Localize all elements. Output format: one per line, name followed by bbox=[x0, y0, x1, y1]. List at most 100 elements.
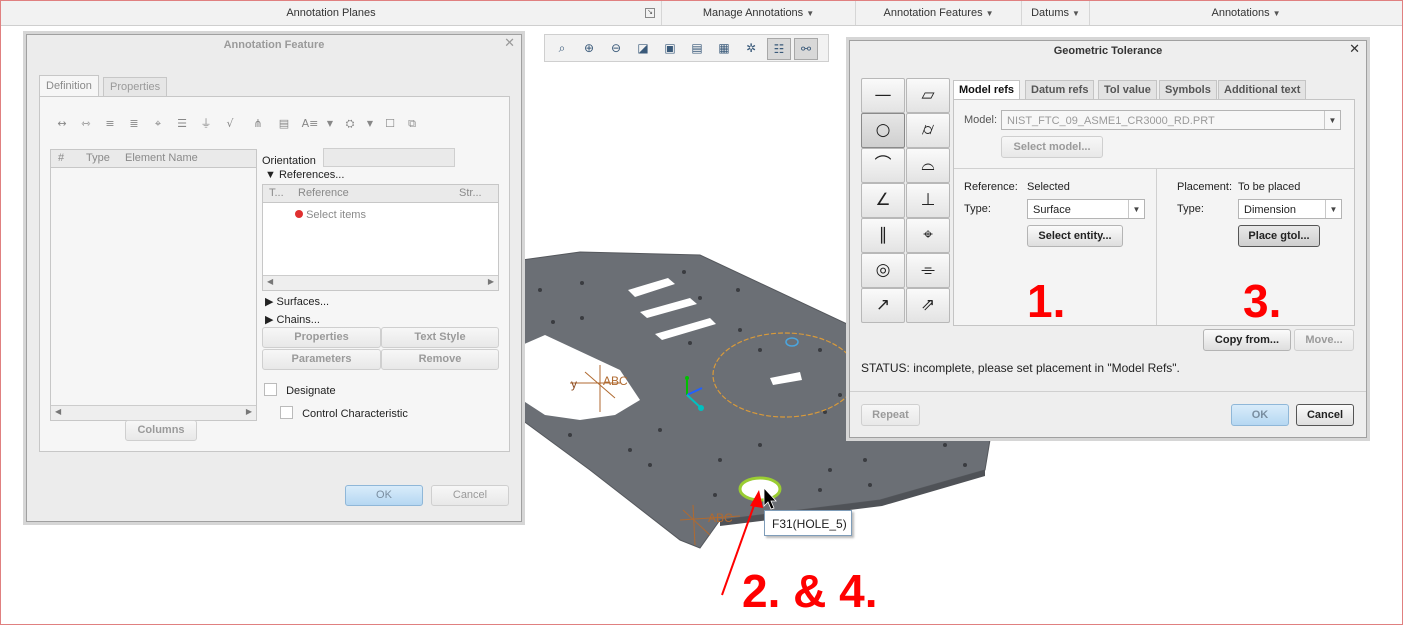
horizontal-scrollbar[interactable]: ◀ ▶ bbox=[51, 405, 256, 420]
display-style-icon[interactable]: ▣ bbox=[659, 38, 681, 58]
straightness-icon[interactable]: — bbox=[861, 78, 905, 113]
parallelism-icon[interactable]: ∥ bbox=[861, 218, 905, 253]
close-icon[interactable]: ✕ bbox=[504, 35, 515, 51]
reference-label: Reference: bbox=[964, 181, 1018, 193]
driven-dimension-icon[interactable]: ≣ bbox=[124, 115, 144, 133]
saved-views-icon[interactable]: ▤ bbox=[686, 38, 708, 58]
select-model-button[interactable]: Select model... bbox=[1001, 136, 1103, 158]
ordinate-dimension-icon[interactable]: ⇿ bbox=[76, 115, 96, 133]
datum-target-icon[interactable]: ⏚ bbox=[196, 115, 216, 133]
column-header[interactable]: Reference bbox=[298, 185, 349, 202]
column-header[interactable]: Str... bbox=[459, 185, 482, 202]
circular-runout-icon[interactable]: ↗ bbox=[861, 288, 905, 323]
properties-button[interactable]: Properties bbox=[262, 327, 381, 348]
annotation-display-icon[interactable]: ☷ bbox=[767, 38, 791, 60]
reference-type-label: Type: bbox=[964, 203, 991, 215]
zoom-in-icon[interactable]: ⊕ bbox=[578, 38, 600, 58]
designate-label: Designate bbox=[286, 385, 336, 397]
flatness-icon[interactable]: ▱ bbox=[906, 78, 950, 113]
close-icon[interactable]: ✕ bbox=[1349, 41, 1360, 57]
zoom-out-icon[interactable]: ⊖ bbox=[605, 38, 627, 58]
tab-additional-text[interactable]: Additional text bbox=[1218, 80, 1307, 100]
scroll-right-icon[interactable]: ▶ bbox=[488, 277, 494, 286]
column-header[interactable]: Element Name bbox=[125, 150, 198, 167]
cylindricity-icon[interactable]: ⌭ bbox=[906, 113, 950, 148]
cancel-button[interactable]: Cancel bbox=[1296, 404, 1354, 426]
model-combo[interactable]: NIST_FTC_09_ASME1_CR3000_RD.PRT ▼ bbox=[1001, 110, 1341, 130]
chevron-down-icon[interactable]: ▼ bbox=[1324, 111, 1340, 129]
total-runout-icon[interactable]: ⇗ bbox=[906, 288, 950, 323]
copy-icon[interactable]: ⧉ bbox=[402, 115, 422, 133]
reference-table[interactable]: T... Reference Str... Select items ◀ ▶ bbox=[262, 184, 499, 291]
text-icon[interactable]: A≡ bbox=[300, 115, 320, 133]
column-header[interactable]: T... bbox=[269, 185, 284, 202]
datum-display-icon[interactable]: ✲ bbox=[740, 38, 762, 58]
column-header[interactable]: Type bbox=[86, 150, 110, 167]
scroll-left-icon[interactable]: ◀ bbox=[55, 407, 61, 416]
place-gtol-button[interactable]: Place gtol... bbox=[1238, 225, 1320, 247]
element-list[interactable]: # Type Element Name ◀ ▶ bbox=[50, 149, 257, 421]
designate-checkbox[interactable] bbox=[264, 383, 277, 396]
placement-type-combo[interactable]: Dimension ▼ bbox=[1238, 199, 1342, 219]
tab-properties[interactable]: Properties bbox=[103, 77, 168, 96]
scroll-left-icon[interactable]: ◀ bbox=[267, 277, 273, 286]
view-manager-icon[interactable]: ▦ bbox=[713, 38, 735, 58]
orientation-field[interactable] bbox=[323, 148, 455, 167]
selection-tooltip: F31(HOLE_5) bbox=[764, 510, 852, 536]
note-icon[interactable]: ☰ bbox=[172, 115, 192, 133]
perpendicularity-icon[interactable]: ⊥ bbox=[906, 183, 950, 218]
control-characteristic-row[interactable]: Control Characteristic bbox=[280, 406, 408, 420]
checkbox-tool-icon[interactable]: ☐ bbox=[380, 115, 400, 133]
ok-button[interactable]: OK bbox=[345, 485, 423, 506]
select-entity-button[interactable]: Select entity... bbox=[1027, 225, 1123, 247]
tab-definition[interactable]: Definition bbox=[39, 75, 99, 96]
ok-button[interactable]: OK bbox=[1231, 404, 1289, 426]
symbol-icon[interactable]: ⋔ bbox=[248, 115, 268, 133]
text-style-button[interactable]: Text Style bbox=[381, 327, 499, 348]
concentricity-icon[interactable]: ◎ bbox=[861, 253, 905, 288]
chevron-down-icon[interactable]: ▼ bbox=[1325, 200, 1341, 218]
remove-button[interactable]: Remove bbox=[381, 349, 499, 370]
reference-type-combo[interactable]: Surface ▼ bbox=[1027, 199, 1145, 219]
repeat-button[interactable]: Repeat bbox=[861, 404, 920, 426]
copy-from-button[interactable]: Copy from... bbox=[1203, 329, 1291, 351]
table-icon[interactable]: ▤ bbox=[274, 115, 294, 133]
columns-button[interactable]: Columns bbox=[125, 420, 197, 441]
profile-of-surface-icon[interactable]: ⌓ bbox=[906, 148, 950, 183]
position-icon[interactable]: ⌖ bbox=[906, 218, 950, 253]
zoom-window-icon[interactable]: ⌕ bbox=[551, 38, 573, 58]
designate-row[interactable]: Designate bbox=[264, 383, 336, 397]
circularity-icon[interactable]: ○ bbox=[861, 113, 905, 148]
tab-model-refs[interactable]: Model refs bbox=[953, 80, 1021, 101]
control-characteristic-checkbox[interactable] bbox=[280, 406, 293, 419]
control-characteristic-label: Control Characteristic bbox=[302, 408, 408, 420]
chains-expander[interactable]: ▶ Chains... bbox=[265, 313, 320, 326]
chevron-down-icon[interactable]: ▼ bbox=[320, 115, 340, 133]
symmetry-icon[interactable]: ⌯ bbox=[906, 253, 950, 288]
references-expander[interactable]: ▼ References... bbox=[265, 169, 344, 181]
profile-of-line-icon[interactable]: ⌒ bbox=[861, 148, 905, 183]
scroll-right-icon[interactable]: ▶ bbox=[246, 407, 252, 416]
annotation-toolbar: ↔ ⇿ ≡ ≣ ⌖ ☰ ⏚ √ ⋔ ▤ A≡ ▼ ⛭ ▼ ☐ ⧉ bbox=[52, 115, 432, 135]
dimension-icon[interactable]: ↔ bbox=[52, 115, 72, 133]
reference-dimension-icon[interactable]: ≡ bbox=[100, 115, 120, 133]
tab-tol-value[interactable]: Tol value bbox=[1098, 80, 1157, 100]
cancel-button[interactable]: Cancel bbox=[431, 485, 509, 506]
select-items-row[interactable]: Select items bbox=[295, 209, 366, 221]
move-button[interactable]: Move... bbox=[1294, 329, 1354, 351]
tab-symbols[interactable]: Symbols bbox=[1159, 80, 1217, 100]
spin-center-icon[interactable]: ⚯ bbox=[794, 38, 818, 60]
expand-icon: ▶ bbox=[265, 314, 274, 326]
set-datum-icon[interactable]: ⛭ bbox=[340, 115, 360, 133]
angularity-icon[interactable]: ∠ bbox=[861, 183, 905, 218]
gtol-icon[interactable]: ⌖ bbox=[148, 115, 168, 133]
refit-icon[interactable]: ◪ bbox=[632, 38, 654, 58]
surfaces-expander[interactable]: ▶ Surfaces... bbox=[265, 295, 329, 308]
column-header[interactable]: # bbox=[58, 150, 64, 167]
horizontal-scrollbar[interactable]: ◀ ▶ bbox=[263, 275, 498, 290]
surface-finish-icon[interactable]: √ bbox=[220, 115, 240, 133]
tab-datum-refs[interactable]: Datum refs bbox=[1025, 80, 1095, 100]
parameters-button[interactable]: Parameters bbox=[262, 349, 381, 370]
chevron-down-icon[interactable]: ▼ bbox=[1128, 200, 1144, 218]
chevron-down-icon[interactable]: ▼ bbox=[360, 115, 380, 133]
